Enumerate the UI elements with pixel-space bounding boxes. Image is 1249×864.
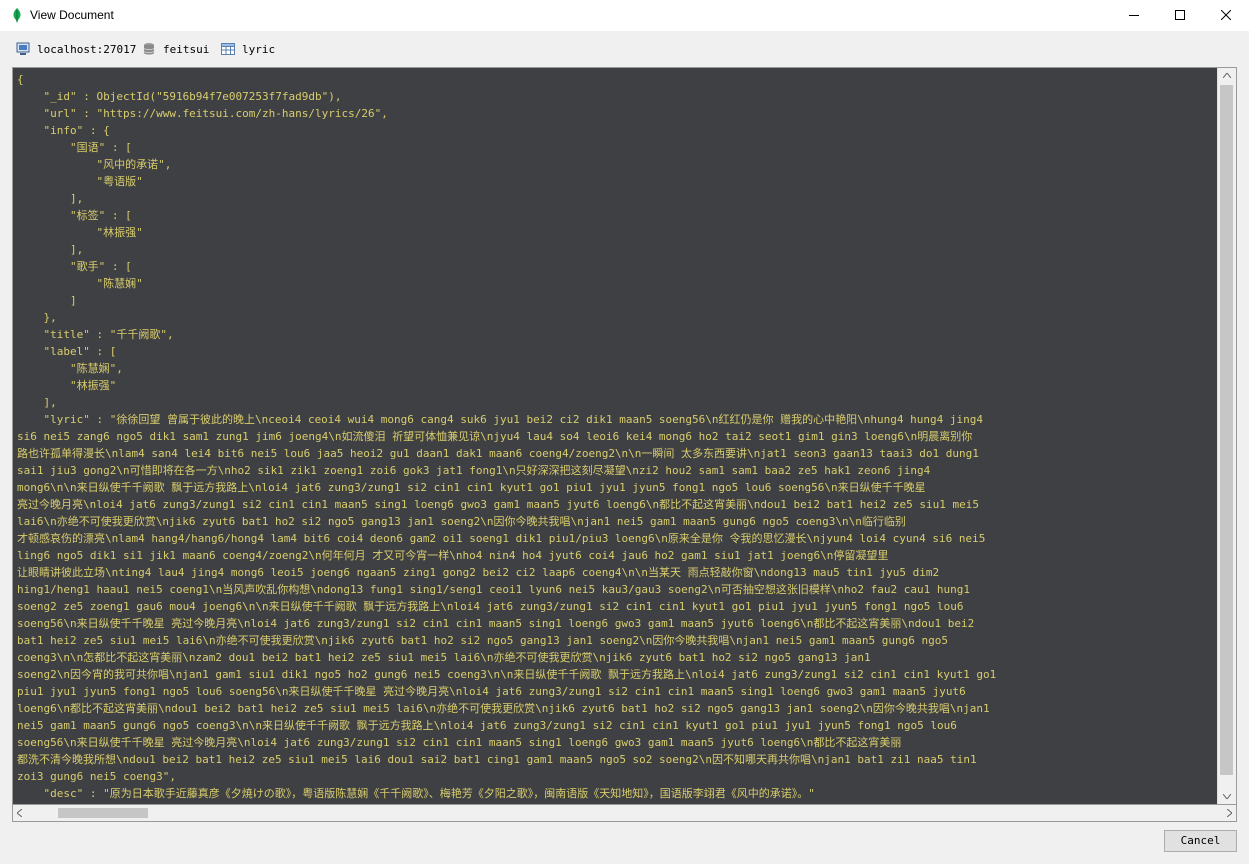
vertical-scroll-thumb[interactable] (1220, 85, 1233, 775)
server-icon (16, 42, 30, 55)
mongodb-leaf-icon (13, 8, 21, 23)
horizontal-scrollbar[interactable] (12, 805, 1237, 822)
window-title: View Document (30, 8, 114, 22)
breadcrumb-database-label: feitsui (163, 43, 210, 56)
maximize-icon (1175, 10, 1185, 20)
document-editor[interactable]: { "_id" : ObjectId("5916b94f7e007253f7fa… (12, 67, 1237, 805)
document-json-text[interactable]: { "_id" : ObjectId("5916b94f7e007253f7fa… (17, 71, 1215, 803)
title-bar: View Document (0, 0, 1249, 31)
close-icon (1221, 10, 1231, 20)
database-icon (143, 43, 155, 55)
cancel-button[interactable]: Cancel (1164, 830, 1237, 852)
scroll-up-icon[interactable] (1223, 73, 1231, 78)
horizontal-scroll-thumb[interactable] (58, 808, 148, 818)
table-icon (221, 43, 235, 55)
minimize-button[interactable] (1111, 0, 1157, 31)
breadcrumb-host-label: localhost:27017 (37, 43, 137, 56)
scroll-down-icon[interactable] (1223, 794, 1231, 799)
breadcrumb-collection-label: lyric (242, 43, 276, 56)
minimize-icon (1129, 15, 1139, 16)
scroll-left-icon[interactable] (17, 809, 22, 817)
close-button[interactable] (1203, 0, 1249, 31)
breadcrumb: localhost:27017 feitsui lyric (0, 38, 1249, 60)
scroll-right-icon[interactable] (1227, 809, 1232, 817)
maximize-button[interactable] (1157, 0, 1203, 31)
vertical-scrollbar[interactable] (1217, 68, 1236, 804)
